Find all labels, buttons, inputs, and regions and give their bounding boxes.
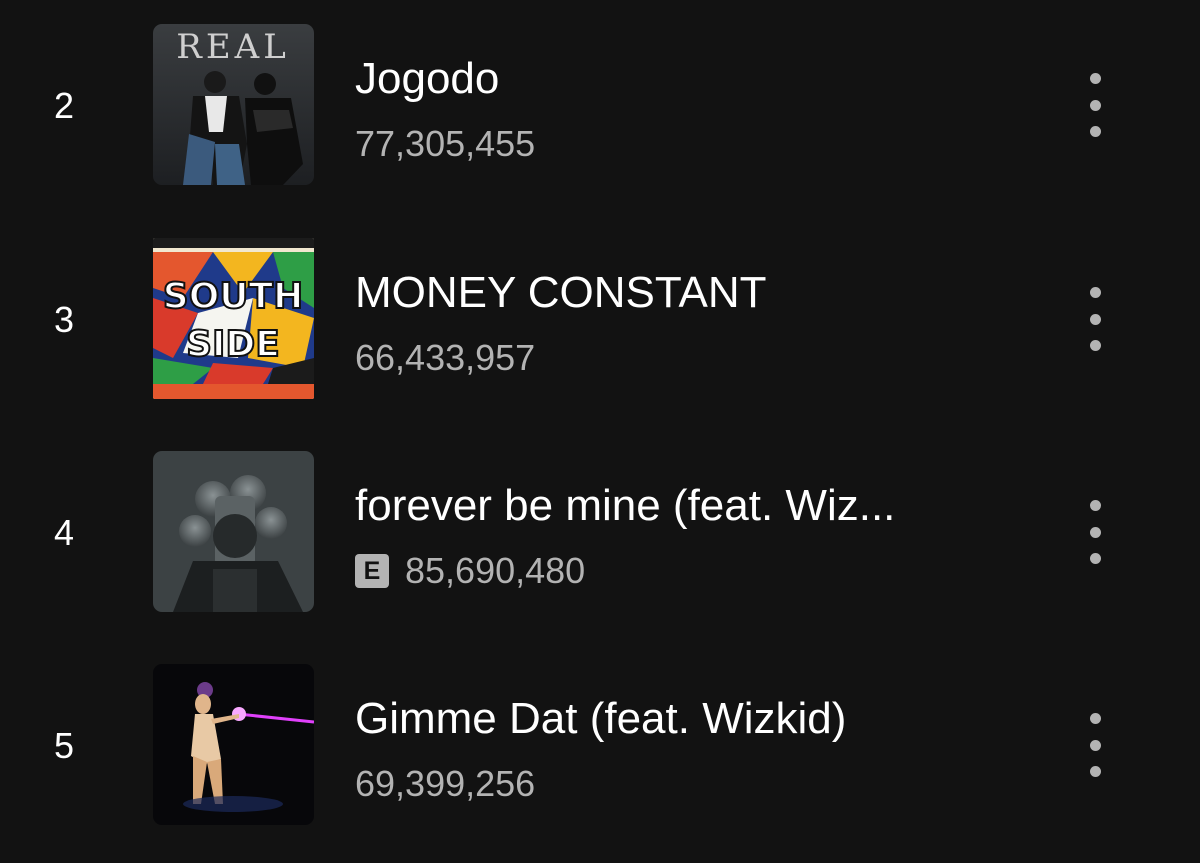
more-vertical-icon bbox=[1089, 73, 1101, 84]
more-options-button[interactable] bbox=[1075, 496, 1115, 568]
track-row[interactable]: 3 SOUTH SIDE MONEY CONSTANT 66,433,957 bbox=[0, 238, 1200, 399]
play-count: 85,690,480 bbox=[405, 550, 586, 591]
track-title: forever be mine (feat. Wiz... bbox=[355, 481, 896, 530]
album-art-gimme-dat bbox=[153, 664, 314, 825]
more-icon-dot bbox=[1089, 526, 1101, 538]
track-row[interactable]: 2 REAL Jogodo 77,305,455 bbox=[0, 24, 1200, 185]
more-icon-dot bbox=[1089, 126, 1101, 137]
album-art-money-constant: SOUTH SIDE bbox=[153, 238, 314, 399]
more-icon-dot bbox=[1089, 313, 1101, 325]
track-title: MONEY CONSTANT bbox=[355, 268, 767, 317]
explicit-badge: E bbox=[355, 554, 389, 588]
album-art-text: REAL bbox=[176, 27, 290, 67]
track-title: Gimme Dat (feat. Wizkid) bbox=[355, 694, 847, 743]
track-rank: 5 bbox=[53, 725, 75, 766]
play-count: 66,433,957 bbox=[355, 337, 536, 378]
popular-tracks-list: 2 REAL Jogodo 77,305,455 3 SOUTH SIDE MO… bbox=[0, 0, 1200, 863]
more-icon-dot bbox=[1089, 739, 1101, 751]
more-icon-dot bbox=[1089, 340, 1101, 351]
album-art-lettering: SIDE bbox=[186, 324, 280, 365]
track-meta: E 85,690,480 bbox=[355, 549, 585, 593]
play-count: 69,399,256 bbox=[355, 763, 536, 804]
more-icon-dot bbox=[1089, 99, 1101, 111]
track-rank: 2 bbox=[53, 85, 75, 126]
track-row[interactable]: 5 Gimme Dat (feat. Wizkid) 69,399,256 bbox=[0, 664, 1200, 825]
album-art-forever-be-mine bbox=[153, 451, 314, 612]
more-vertical-icon bbox=[1089, 713, 1101, 724]
album-art-jogodo: REAL bbox=[153, 24, 314, 185]
track-rank: 4 bbox=[53, 512, 75, 553]
track-title: Jogodo bbox=[355, 54, 500, 103]
more-options-button[interactable] bbox=[1075, 69, 1115, 141]
track-row[interactable]: 4 forever be mine (feat. Wiz... E 85,690… bbox=[0, 451, 1200, 612]
more-icon-dot bbox=[1089, 766, 1101, 777]
more-icon-dot bbox=[1089, 553, 1101, 564]
album-art-lettering: SOUTH bbox=[163, 276, 303, 317]
more-options-button[interactable] bbox=[1075, 709, 1115, 781]
more-vertical-icon bbox=[1089, 500, 1101, 511]
track-meta: 69,399,256 bbox=[355, 762, 535, 806]
track-meta: 77,305,455 bbox=[355, 122, 535, 166]
track-rank: 3 bbox=[53, 299, 75, 340]
more-options-button[interactable] bbox=[1075, 283, 1115, 355]
more-vertical-icon bbox=[1089, 287, 1101, 298]
play-count: 77,305,455 bbox=[355, 123, 536, 164]
track-meta: 66,433,957 bbox=[355, 336, 535, 380]
